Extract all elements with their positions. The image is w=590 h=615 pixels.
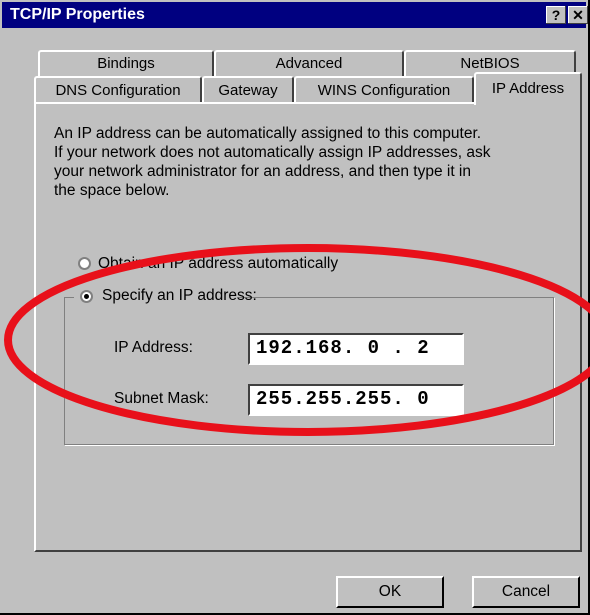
tab-wins-configuration[interactable]: WINS Configuration	[294, 76, 474, 103]
tab-label: Advanced	[275, 55, 343, 72]
tcpip-properties-dialog: TCP/IP Properties ? ✕ Bindings Advanced …	[0, 0, 590, 615]
specify-ip-legend: Specify an IP address:	[74, 287, 257, 307]
cancel-button[interactable]: Cancel	[472, 576, 580, 608]
tab-label: DNS Configuration	[55, 82, 181, 99]
description-line: An IP address can be automatically assig…	[54, 125, 482, 142]
tab-dns-configuration[interactable]: DNS Configuration	[34, 76, 202, 103]
title-bar: TCP/IP Properties ? ✕	[2, 2, 588, 28]
tab-bindings[interactable]: Bindings	[38, 50, 214, 76]
ip-description: An IP address can be automatically assig…	[54, 124, 574, 200]
obtain-ip-radio[interactable]	[78, 257, 91, 270]
specify-ip-group	[64, 297, 554, 445]
ip-address-field[interactable]: 192.168. 0 . 2	[248, 333, 464, 365]
tab-ip-address[interactable]: IP Address	[474, 72, 582, 105]
tab-label: WINS Configuration	[317, 82, 451, 99]
window-title: TCP/IP Properties	[10, 6, 145, 23]
tab-label: Gateway	[218, 82, 278, 99]
close-icon: ✕	[572, 7, 584, 23]
tab-label: Bindings	[97, 55, 155, 72]
help-button[interactable]: ?	[546, 6, 566, 24]
obtain-ip-label[interactable]: Obtain an IP address automatically	[98, 255, 338, 273]
tab-advanced[interactable]: Advanced	[214, 50, 404, 76]
description-line: the space below.	[54, 182, 170, 199]
specify-ip-radio[interactable]	[80, 290, 93, 303]
description-line: your network administrator for an addres…	[54, 163, 471, 180]
description-line: If your network does not automatically a…	[54, 144, 491, 161]
close-button[interactable]: ✕	[568, 6, 588, 24]
specify-ip-label[interactable]: Specify an IP address:	[102, 287, 257, 304]
tab-label: IP Address	[491, 80, 565, 97]
ip-address-label: IP Address:	[114, 339, 193, 356]
ok-button[interactable]: OK	[336, 576, 444, 608]
subnet-mask-field[interactable]: 255.255.255. 0	[248, 384, 464, 416]
subnet-mask-label: Subnet Mask:	[114, 390, 209, 407]
tab-gateway[interactable]: Gateway	[202, 76, 294, 103]
